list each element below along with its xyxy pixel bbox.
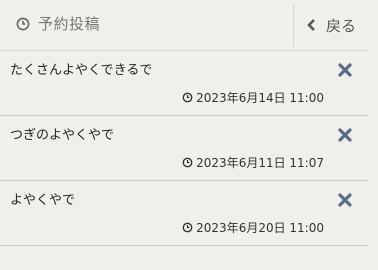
scheduled-date: 2023年6月20日 11:00	[182, 219, 324, 236]
scheduled-post-item: よやくやで 2023年6月20日 11:00	[0, 181, 368, 246]
scheduled-date: 2023年6月11日 11:07	[182, 154, 324, 171]
page-title-wrap: 予約投稿	[16, 13, 100, 34]
back-button[interactable]: 戻る	[293, 4, 368, 46]
page-title: 予約投稿	[38, 15, 101, 33]
scheduled-date-text: 2023年6月11日 11:07	[196, 156, 324, 170]
scheduled-date: 2023年6月14日 11:00	[182, 89, 324, 106]
clock-icon	[182, 92, 193, 103]
scheduled-post-list: たくさんよやくできるで 2023年6月14日 11:00 つぎのよやくやで 20…	[0, 51, 368, 246]
scheduled-date-text: 2023年6月20日 11:00	[196, 221, 324, 235]
post-text: つぎのよやくやで	[10, 128, 115, 143]
scheduled-post-item: つぎのよやくやで 2023年6月11日 11:07	[0, 116, 368, 181]
scheduled-post-item: たくさんよやくできるで 2023年6月14日 11:00	[0, 51, 368, 116]
back-label: 戻る	[325, 16, 356, 35]
chevron-left-icon	[307, 19, 315, 31]
header: 予約投稿 戻る	[0, 0, 368, 51]
delete-icon[interactable]	[336, 126, 354, 144]
clock-icon	[182, 222, 193, 233]
clock-icon	[182, 157, 193, 168]
post-text: たくさんよやくできるで	[10, 63, 153, 78]
scheduled-date-text: 2023年6月14日 11:00	[196, 91, 324, 105]
delete-icon[interactable]	[336, 191, 354, 209]
clock-icon	[16, 17, 30, 30]
post-text: よやくやで	[10, 193, 76, 208]
delete-icon[interactable]	[336, 61, 354, 79]
